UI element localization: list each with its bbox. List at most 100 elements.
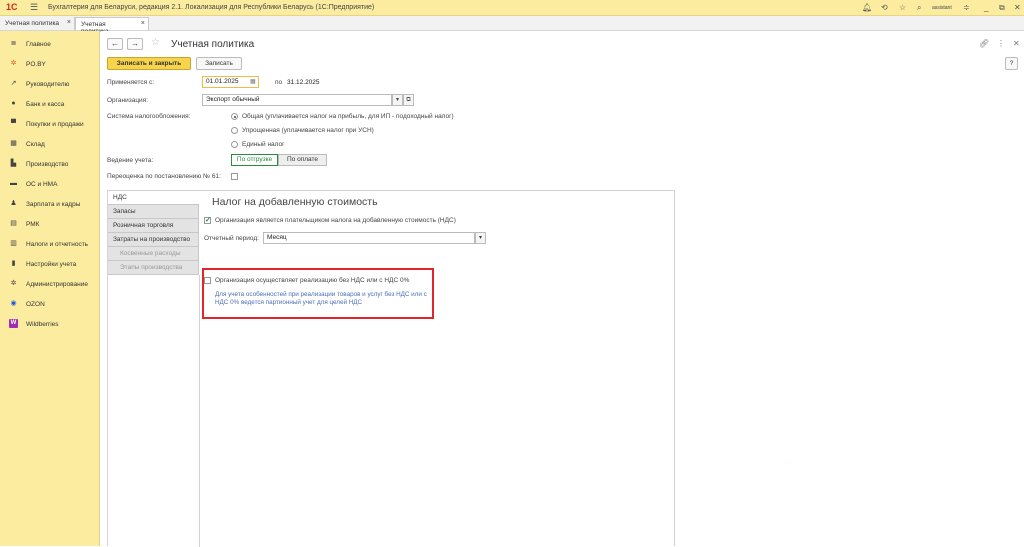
restore-icon[interactable]: ⧉ <box>999 3 1005 13</box>
save-button[interactable]: Записать <box>196 57 242 70</box>
no-vat-checkbox[interactable] <box>204 277 211 284</box>
tab-close-icon[interactable]: × <box>67 19 71 26</box>
open-link-icon[interactable]: ⧉ <box>403 94 414 106</box>
sidebar-item-label: РМК <box>26 221 40 228</box>
app-logo: 1С <box>6 2 18 12</box>
applies-from-label: Применяется с: <box>107 79 155 86</box>
link-icon[interactable]: 🔗︎ <box>979 39 989 48</box>
tab-inventory[interactable]: Запасы <box>108 205 199 219</box>
tax-system-label: Система налогообложения: <box>107 113 191 120</box>
bell-icon[interactable]: 🔔︎ <box>862 3 872 12</box>
sidebar-item-production[interactable]: ▙ Производство <box>0 156 100 174</box>
sidebar-item-label: Главное <box>26 41 51 48</box>
sidebar-item-main[interactable]: ≣ Главное <box>0 36 100 54</box>
sidebar-item-manager[interactable]: ↗ Руководителю <box>0 76 100 94</box>
favorite-star-icon[interactable]: ☆ <box>151 37 160 48</box>
close-form-icon[interactable]: ✕ <box>1013 39 1020 48</box>
vat-payer-label[interactable]: Организация является плательщиком налога… <box>215 217 456 224</box>
sidebar-item-purchases-sales[interactable]: ▀ Покупки и продажи <box>0 116 100 134</box>
tab-production-stages[interactable]: Этапы производства <box>108 261 199 275</box>
tab-vat[interactable]: НДС <box>108 191 199 205</box>
sidebar-item-label: Налоги и отчетность <box>26 241 89 248</box>
main-menu-icon[interactable]: ☰ <box>30 2 38 13</box>
cursor-dot: · <box>786 460 788 465</box>
dropdown-icon[interactable]: ▾ <box>475 232 486 244</box>
warehouse-icon: ▦ <box>10 140 17 147</box>
help-button[interactable]: ? <box>1005 57 1018 70</box>
tax-single-label[interactable]: Единый налог <box>242 141 285 148</box>
sidebar-item-salary[interactable]: ♟ Зарплата и кадры <box>0 196 100 214</box>
report-icon: ▥ <box>10 240 17 247</box>
sidebar-item-label: Руководителю <box>26 81 70 88</box>
date-to-value: 31.12.2025 <box>287 79 320 86</box>
no-vat-label[interactable]: Организация осуществляет реализацию без … <box>215 277 409 284</box>
dropdown-icon[interactable]: ▾ <box>392 94 403 106</box>
organization-label: Организация: <box>107 97 149 104</box>
form-title: Учетная политика <box>171 39 255 50</box>
minimize-icon[interactable]: _ <box>984 3 988 12</box>
gear-icon: ✲ <box>10 280 17 287</box>
tax-general-radio[interactable] <box>231 113 238 120</box>
accounting-method-label: Ведение учета: <box>107 157 154 164</box>
history-icon[interactable]: ⟲ <box>881 3 888 12</box>
sidebar-item-accounting-settings[interactable]: ▮ Настройки учета <box>0 256 100 274</box>
tax-single-radio[interactable] <box>231 141 238 148</box>
sidebar-item-bank[interactable]: ● Банк и касса <box>0 96 100 114</box>
tab-indirect-costs[interactable]: Косвенные расходы <box>108 247 199 261</box>
tab-retail[interactable]: Розничная торговля <box>108 219 199 233</box>
sidebar-item-wildberries[interactable]: W Wildberries <box>0 316 100 334</box>
sidebar-item-poby[interactable]: ✲ PO.BY <box>0 56 100 74</box>
favorites-star-icon[interactable]: ☆ <box>899 3 906 12</box>
tax-general-label[interactable]: Общая (уплачивается налог на прибыль, дл… <box>242 113 454 120</box>
search-icon[interactable]: ⌕ <box>917 3 921 13</box>
by-shipment-toggle[interactable]: По отгрузке <box>231 154 278 166</box>
sidebar-item-label: Wildberries <box>26 321 59 328</box>
revaluation-label: Переоценка по постановлению № 61: <box>107 173 221 180</box>
organization-field[interactable]: Экспорт обычный <box>202 94 392 106</box>
tab-accounting-policy-1[interactable]: Учетная политика × <box>0 17 75 30</box>
revaluation-checkbox[interactable] <box>231 173 238 180</box>
to-label: по <box>275 79 283 86</box>
vat-section-title: Налог на добавленную стоимость <box>212 196 378 208</box>
person-icon: ♟ <box>10 200 17 207</box>
sidebar-item-label: PO.BY <box>26 61 46 68</box>
settings-icon[interactable]: ≑ <box>963 3 970 12</box>
sidebar-item-ozon[interactable]: ◉ OZON <box>0 296 100 314</box>
sidebar-item-warehouse[interactable]: ▦ Склад <box>0 136 100 154</box>
factory-icon: ▙ <box>10 160 17 167</box>
ozon-icon: ◉ <box>10 300 17 307</box>
cart-icon: ▀ <box>11 120 16 127</box>
user-name[interactable]: assistant <box>932 5 952 11</box>
more-icon[interactable]: ⋮ <box>997 39 1005 48</box>
poby-icon: ✲ <box>10 60 17 67</box>
tab-accounting-policy-2[interactable]: Учетная политика × <box>75 17 149 35</box>
coin-icon: ● <box>11 100 16 107</box>
period-field[interactable]: Месяц <box>263 232 475 244</box>
sidebar-item-rmk[interactable]: ▤ РМК <box>0 216 100 234</box>
back-button[interactable]: ← <box>107 38 123 50</box>
sidebar-item-fixed-assets[interactable]: ▬ ОС и НМА <box>0 176 100 194</box>
tax-simplified-radio[interactable] <box>231 127 238 134</box>
tab-production-costs[interactable]: Затраты на производство <box>108 233 199 247</box>
trend-icon: ↗ <box>10 80 17 87</box>
sidebar-item-label: ОС и НМА <box>26 181 58 188</box>
sidebar-item-taxes[interactable]: ▥ Налоги и отчетность <box>0 236 100 254</box>
sidebar-item-label: Производство <box>26 161 69 168</box>
form-area: ← → ☆ Учетная политика 🔗︎ ⋮ ✕ ? Записать… <box>101 31 1024 547</box>
tab-divider <box>199 275 200 547</box>
save-and-close-button[interactable]: Записать и закрыть <box>107 57 191 70</box>
vat-payer-checkbox[interactable]: ✓ <box>204 217 211 224</box>
by-payment-toggle[interactable]: По оплате <box>278 154 327 166</box>
sidebar-item-label: Администрирование <box>26 281 88 288</box>
sidebar-item-label: OZON <box>26 301 45 308</box>
tax-simplified-label[interactable]: Упрощенная (уплачивается налог при УСН) <box>242 127 374 134</box>
calendar-icon[interactable]: ▦ <box>250 78 256 85</box>
window-tabs: Учетная политика × Учетная политика × <box>0 16 1024 35</box>
app-title: Бухгалтерия для Беларуси, редакция 2.1. … <box>48 4 375 11</box>
forward-button[interactable]: → <box>127 38 143 50</box>
close-icon[interactable]: ✕ <box>1014 3 1021 12</box>
sidebar-item-administration[interactable]: ✲ Администрирование <box>0 276 100 294</box>
title-bar: 1С ☰ Бухгалтерия для Беларуси, редакция … <box>0 0 1024 16</box>
cash-register-icon: ▤ <box>10 220 17 227</box>
tab-close-icon[interactable]: × <box>141 20 145 27</box>
